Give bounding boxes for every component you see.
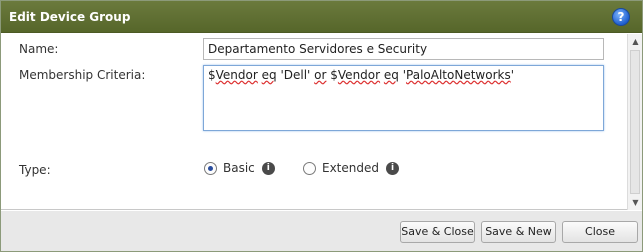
membership-criteria-label: Membership Criteria: (19, 68, 146, 82)
help-icon[interactable]: ? (612, 8, 630, 26)
type-basic-option[interactable]: Basic i (204, 161, 275, 175)
edit-device-group-dialog: Edit Device Group ? Name: Membership Cri… (0, 0, 643, 252)
scroll-thumb[interactable] (630, 50, 640, 194)
name-field[interactable] (203, 38, 604, 60)
basic-radio[interactable] (204, 161, 217, 175)
info-icon[interactable]: i (261, 161, 275, 175)
criteria-text: ' (398, 68, 407, 82)
dialog-body: Name: Membership Criteria: $Vendor eq 'D… (1, 34, 642, 210)
criteria-text: PaloAltoNetworks (406, 68, 511, 82)
criteria-text: ' (510, 68, 515, 82)
criteria-text: Vendor (215, 68, 258, 82)
criteria-text: eq (383, 68, 399, 82)
type-extended-option[interactable]: Extended i (303, 161, 399, 175)
dialog-title: Edit Device Group (9, 10, 131, 24)
name-label: Name: (19, 42, 59, 56)
criteria-text: $ (208, 68, 216, 82)
membership-criteria-textarea[interactable]: $Vendor eq 'Dell' or $Vendor eq 'PaloAlt… (203, 65, 604, 131)
extended-radio[interactable] (303, 161, 316, 175)
dialog-titlebar[interactable]: Edit Device Group ? (1, 1, 642, 33)
save-and-new-button[interactable]: Save & New (481, 221, 556, 243)
scroll-up-icon[interactable]: ▲ (628, 34, 643, 49)
info-icon[interactable]: i (386, 161, 399, 175)
criteria-text: or (314, 68, 327, 82)
criteria-text: 'Dell' (276, 68, 315, 82)
basic-label: Basic (223, 161, 255, 175)
vertical-scrollbar[interactable]: ▲ ▼ (627, 34, 642, 210)
close-button[interactable]: Close (562, 221, 638, 243)
scroll-down-icon[interactable]: ▼ (628, 195, 643, 210)
criteria-text: Vendor (337, 68, 381, 82)
dialog-footer: Save & Close Save & New Close (1, 211, 642, 251)
criteria-text: $ (326, 68, 338, 82)
type-label: Type: (19, 163, 51, 177)
extended-label: Extended (322, 161, 379, 175)
save-and-close-button[interactable]: Save & Close (400, 221, 475, 243)
criteria-text: eq (261, 68, 277, 82)
